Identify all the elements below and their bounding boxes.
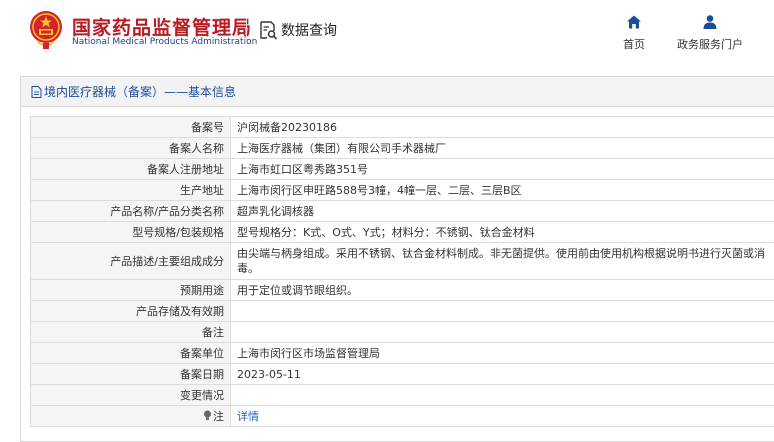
field-value: 型号规格分：K式、O式、Y式；材料分：不锈钢、钛合金材料 bbox=[230, 221, 774, 243]
field-label: 生产地址 bbox=[30, 179, 231, 201]
table-row: 备案人注册地址 上海市虹口区粤秀路351号 bbox=[30, 158, 774, 180]
brand-title-cn: 国家药品监督管理局 bbox=[72, 17, 253, 39]
field-value: 上海医疗器械（集团）有限公司手术器械厂 bbox=[230, 137, 774, 159]
table-row: 备案日期 2023-05-11 bbox=[30, 363, 774, 385]
home-icon bbox=[627, 15, 641, 29]
table-row: 变更情况 bbox=[30, 384, 774, 406]
details-link[interactable]: 详情 bbox=[237, 410, 259, 423]
field-label: 备案号 bbox=[30, 116, 231, 138]
data-query-link[interactable]: 数据查询 bbox=[258, 20, 337, 40]
field-value: 沪闵械备20230186 bbox=[230, 116, 774, 138]
field-label: 预期用途 bbox=[30, 279, 231, 301]
field-value: 2023-05-11 bbox=[230, 363, 774, 385]
field-value bbox=[230, 300, 774, 322]
field-value: 上海市闵行区申旺路588号3幢，4幢一层、二层、三层B区 bbox=[230, 179, 774, 201]
note-label: 注 bbox=[213, 410, 224, 423]
field-value: 上海市闵行区市场监督管理局 bbox=[230, 342, 774, 364]
table-row: 预期用途 用于定位或调节眼组织。 bbox=[30, 279, 774, 301]
nav-home-label: 首页 bbox=[623, 38, 645, 51]
info-panel: 境内医疗器械（备案）——基本信息 备案号 沪闵械备20230186 备案人名称 … bbox=[20, 76, 774, 442]
table-row: 型号规格/包装规格 型号规格分：K式、O式、Y式；材料分：不锈钢、钛合金材料 bbox=[30, 221, 774, 243]
panel-title-bar: 境内医疗器械（备案）——基本信息 bbox=[21, 77, 774, 107]
nav-service-portal[interactable]: 政务服务门户 bbox=[671, 14, 749, 52]
field-value: 上海市虹口区粤秀路351号 bbox=[230, 158, 774, 180]
national-emblem-icon bbox=[30, 11, 62, 49]
table-row: 产品存储及有效期 bbox=[30, 300, 774, 322]
field-label: 变更情况 bbox=[30, 384, 231, 406]
field-label: 产品名称/产品分类名称 bbox=[30, 200, 231, 222]
field-value: 由尖端与柄身组成。采用不锈钢、钛合金材料制成。非无菌提供。使用前由使用机构根据说… bbox=[230, 242, 774, 280]
field-label: 产品存储及有效期 bbox=[30, 300, 231, 322]
table-row: 备注 bbox=[30, 321, 774, 343]
data-search-icon bbox=[260, 21, 278, 40]
user-icon bbox=[703, 15, 717, 29]
field-label: 备案单位 bbox=[30, 342, 231, 364]
basic-info-table: 备案号 沪闵械备20230186 备案人名称 上海医疗器械（集团）有限公司手术器… bbox=[30, 116, 774, 427]
field-label: 型号规格/包装规格 bbox=[30, 221, 231, 243]
field-value bbox=[230, 321, 774, 343]
table-row: 备案号 沪闵械备20230186 bbox=[30, 116, 774, 138]
field-value: 用于定位或调节眼组织。 bbox=[230, 279, 774, 301]
field-label-note: 注 bbox=[30, 405, 231, 427]
table-row: 生产地址 上海市闵行区申旺路588号3幢，4幢一层、二层、三层B区 bbox=[30, 179, 774, 201]
field-label: 备案人名称 bbox=[30, 137, 231, 159]
field-label: 备注 bbox=[30, 321, 231, 343]
nav-home[interactable]: 首页 bbox=[619, 14, 649, 52]
data-query-label: 数据查询 bbox=[281, 23, 337, 39]
field-value: 超声乳化调核器 bbox=[230, 200, 774, 222]
table-row: 产品描述/主要组成成分 由尖端与柄身组成。采用不锈钢、钛合金材料制成。非无菌提供… bbox=[30, 242, 774, 280]
field-label: 备案人注册地址 bbox=[30, 158, 231, 180]
field-label: 产品描述/主要组成成分 bbox=[30, 242, 231, 280]
table-row: 备案人名称 上海医疗器械（集团）有限公司手术器械厂 bbox=[30, 137, 774, 159]
field-value: 详情 bbox=[230, 405, 774, 427]
brand-title-en: National Medical Products Administration bbox=[72, 37, 258, 47]
lightbulb-icon bbox=[204, 410, 211, 420]
panel-title: 境内医疗器械（备案）——基本信息 bbox=[44, 85, 237, 99]
table-row: 产品名称/产品分类名称 超声乳化调核器 bbox=[30, 200, 774, 222]
nav-service-label: 政务服务门户 bbox=[677, 38, 743, 51]
field-label: 备案日期 bbox=[30, 363, 231, 385]
header-divider bbox=[246, 18, 247, 44]
document-icon bbox=[31, 85, 42, 98]
site-header: 国家药品监督管理局 National Medical Products Admi… bbox=[0, 0, 774, 66]
field-value bbox=[230, 384, 774, 406]
table-row: 备案单位 上海市闵行区市场监督管理局 bbox=[30, 342, 774, 364]
table-row: 注 详情 bbox=[30, 405, 774, 427]
